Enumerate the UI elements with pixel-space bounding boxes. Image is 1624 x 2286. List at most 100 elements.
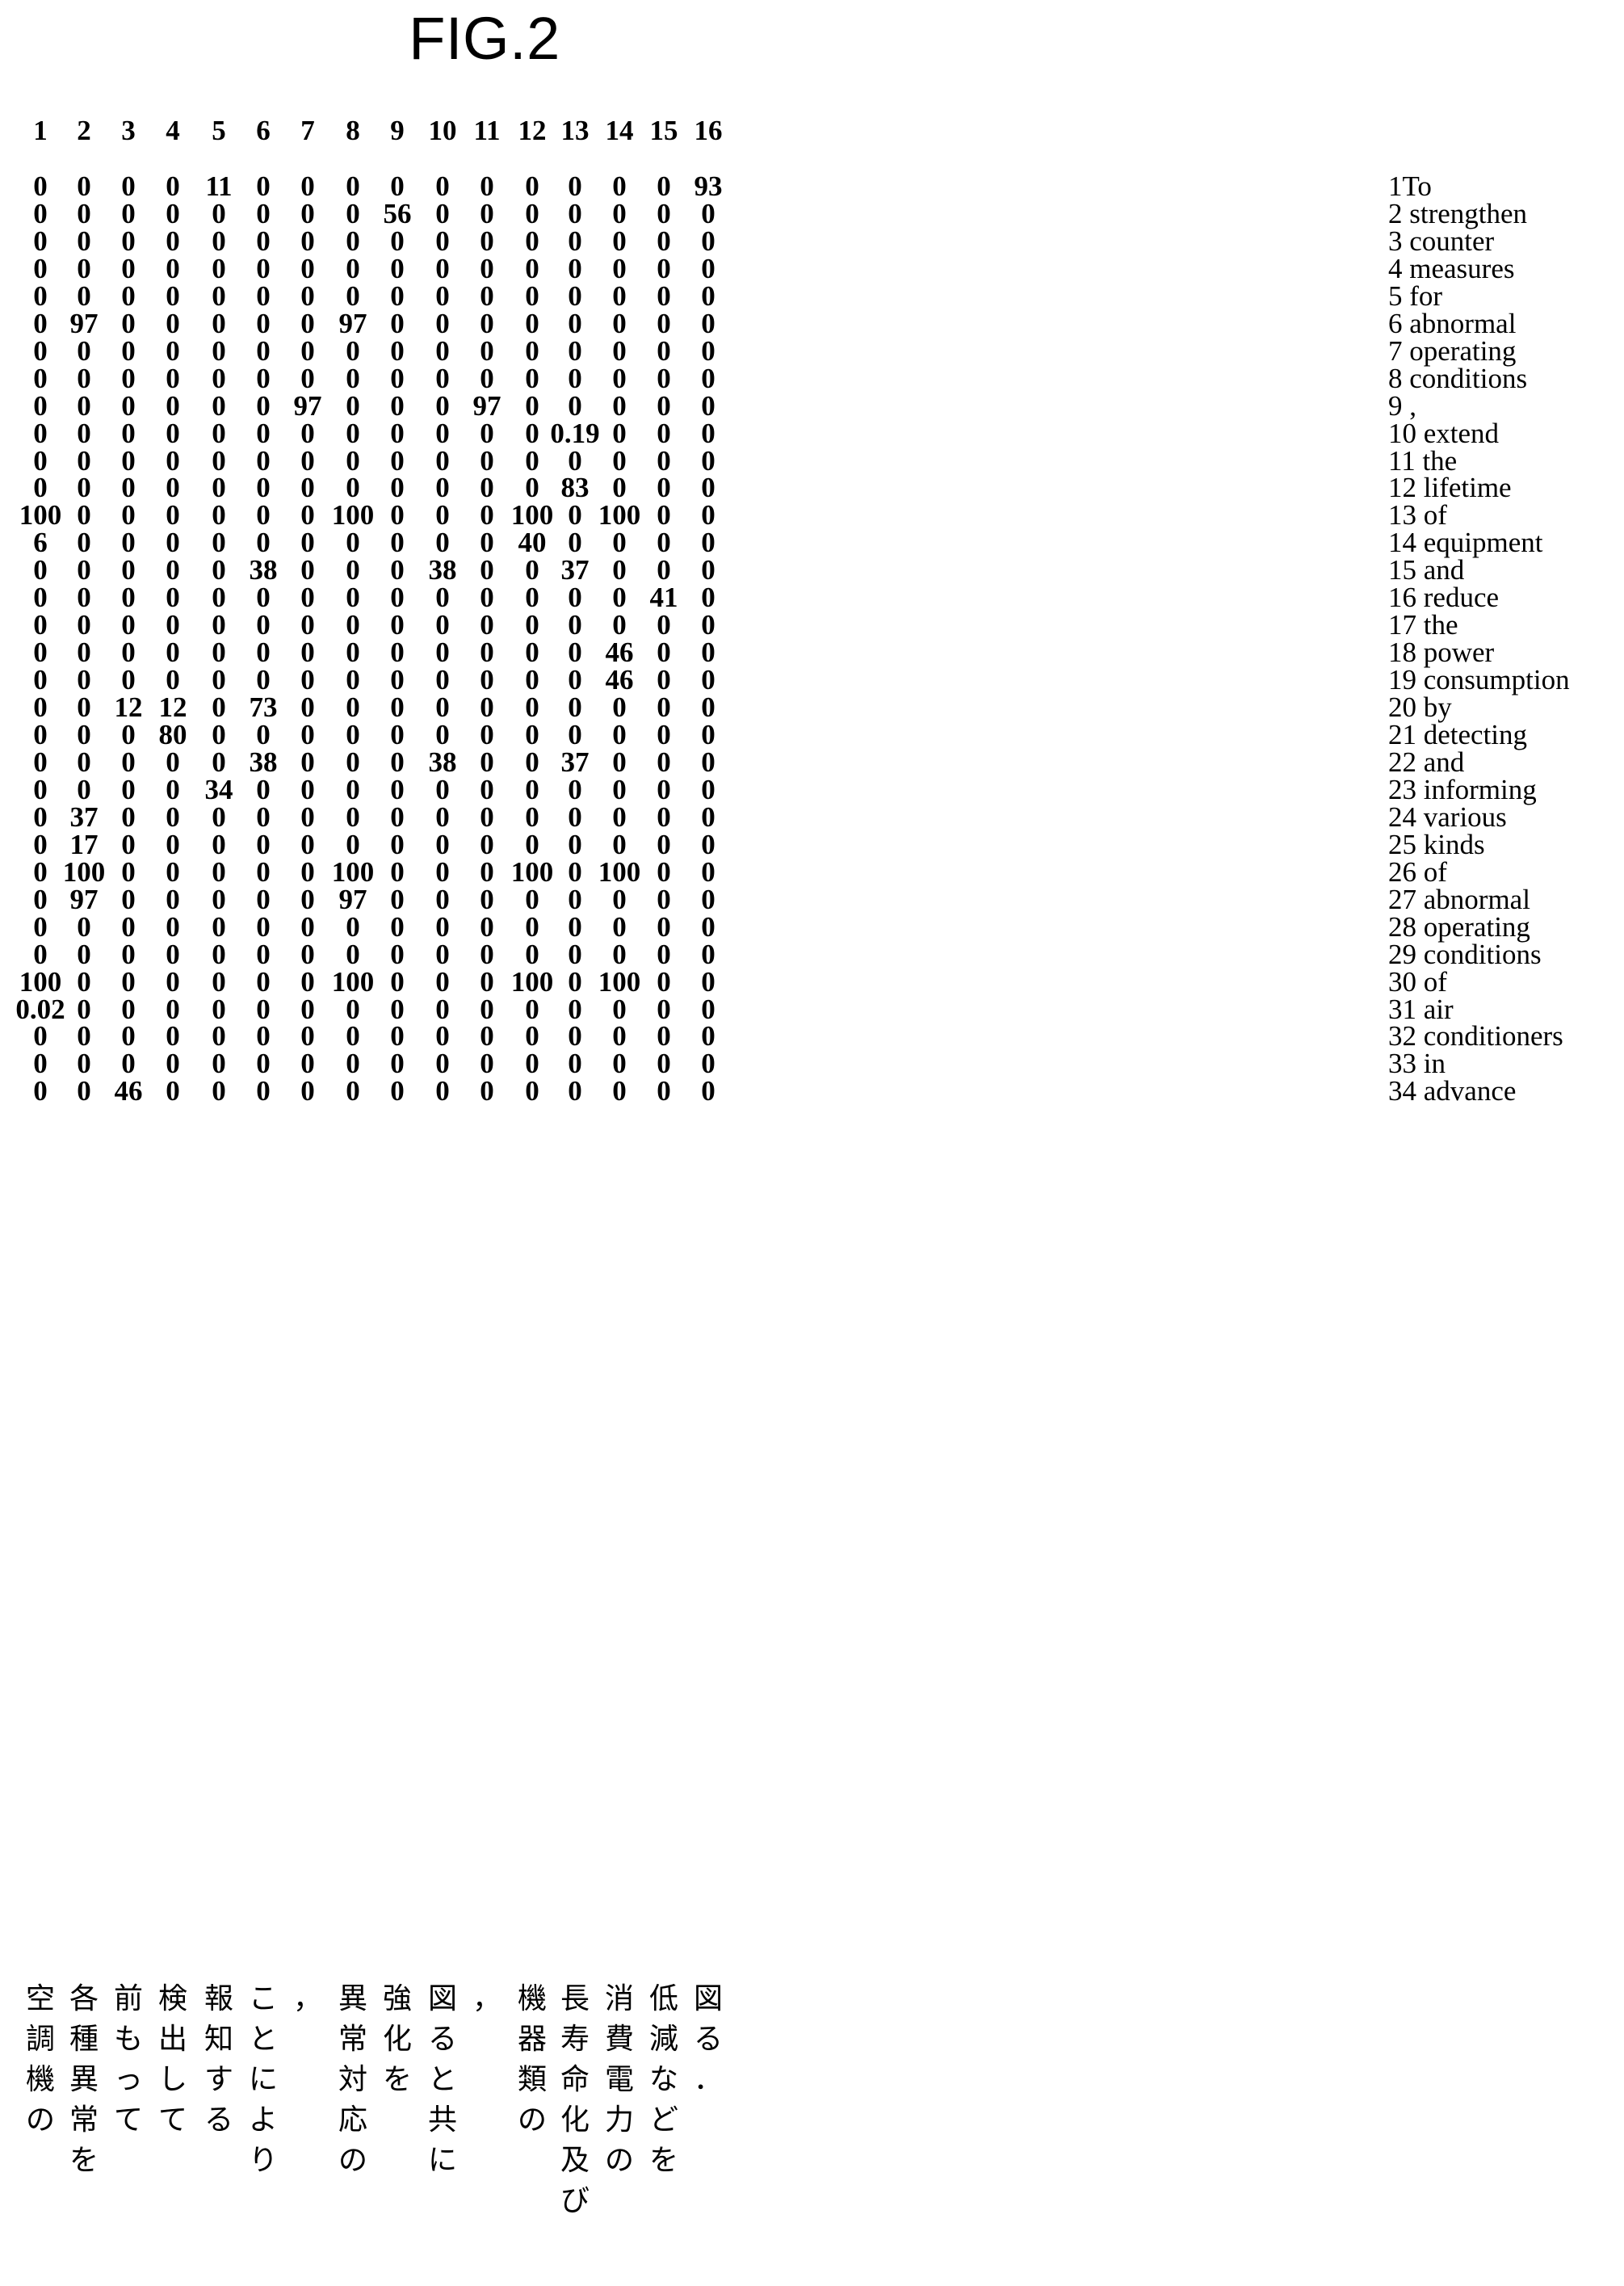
matrix-cell: 0 [390, 252, 405, 284]
matrix-cell: 0 [166, 279, 180, 312]
matrix-cell: 100 [598, 965, 641, 998]
matrix-cell: 0 [701, 499, 715, 532]
japanese-text-column: 前もって [110, 1979, 147, 2141]
matrix-cell: 0 [121, 279, 136, 312]
matrix-cell: 100 [331, 855, 375, 888]
matrix-cell: 0 [121, 773, 136, 805]
matrix-cell: 0 [390, 444, 405, 477]
matrix-cell: 0 [480, 279, 494, 312]
matrix-cell: 0.02 [15, 993, 65, 1025]
matrix-cell: 0 [390, 225, 405, 257]
matrix-cell: 0 [435, 444, 450, 477]
matrix-cell: 0 [701, 417, 715, 449]
matrix-cell: 0 [657, 225, 671, 257]
matrix-cell: 0 [121, 993, 136, 1025]
japanese-character: 寿 [560, 2023, 590, 2056]
matrix-cell: 0 [33, 746, 48, 778]
matrix-cell: 0 [525, 389, 539, 422]
matrix-cell: 0 [300, 582, 315, 614]
matrix-cell: 0 [166, 582, 180, 614]
matrix-cell: 0 [121, 609, 136, 641]
matrix-cell: 46 [114, 1075, 143, 1107]
matrix-cell: 41 [649, 582, 678, 614]
matrix-cell: 0 [525, 691, 539, 724]
matrix-cell: 0 [480, 170, 494, 202]
japanese-text-column: 長寿命化及び [556, 1979, 594, 2221]
matrix-cell: 0 [435, 170, 450, 202]
matrix-cell: 0 [300, 773, 315, 805]
matrix-cell: 0 [480, 938, 494, 970]
matrix-cell: 0 [390, 801, 405, 833]
japanese-text-column: 強化を [379, 1979, 416, 2100]
matrix-cell: 0 [33, 1020, 48, 1053]
matrix-cell: 0 [166, 664, 180, 696]
japanese-character: ど [648, 2103, 678, 2137]
matrix-cell: 0 [525, 1020, 539, 1053]
matrix-cell: 0 [300, 527, 315, 559]
matrix-cell: 0 [480, 883, 494, 915]
matrix-cell: 0 [256, 362, 271, 394]
matrix-cell: 0 [346, 252, 360, 284]
matrix-cell: 0 [166, 417, 180, 449]
matrix-cell: 0 [612, 1075, 627, 1107]
matrix-cell: 0 [612, 417, 627, 449]
matrix-cell: 100 [19, 965, 62, 998]
matrix-cell: 0 [300, 417, 315, 449]
japanese-character: と [427, 2063, 457, 2096]
matrix-cell: 0 [612, 609, 627, 641]
matrix-cell: 0 [568, 609, 582, 641]
matrix-cell: 0 [121, 554, 136, 586]
matrix-cell: 0 [256, 499, 271, 532]
matrix-cell: 0 [612, 828, 627, 860]
matrix-cell: 0 [525, 582, 539, 614]
matrix-cell: 0 [212, 746, 226, 778]
matrix-cell: 0 [166, 362, 180, 394]
matrix-cell: 0 [525, 170, 539, 202]
matrix-cell: 0 [300, 554, 315, 586]
matrix-cell: 0 [121, 499, 136, 532]
matrix-cell: 0 [212, 389, 226, 422]
matrix-cell: 0 [121, 719, 136, 750]
matrix-cell: 0 [612, 362, 627, 394]
column-header: 2 [77, 115, 91, 146]
matrix-cell: 0 [657, 279, 671, 312]
matrix-cell: 0 [435, 993, 450, 1025]
matrix-cell: 0 [77, 691, 91, 724]
matrix-cell: 0 [346, 1075, 360, 1107]
matrix-cell: 0 [612, 746, 627, 778]
matrix-cell: 0 [701, 910, 715, 943]
matrix-cell: 0 [701, 637, 715, 669]
matrix-cell: 0 [480, 307, 494, 339]
matrix-cell: 0 [435, 637, 450, 669]
matrix-cell: 0 [480, 444, 494, 477]
japanese-character: 共 [427, 2103, 457, 2137]
matrix-cell: 0 [77, 965, 91, 998]
matrix-cell: 0 [346, 197, 360, 229]
matrix-cell: 0 [121, 252, 136, 284]
matrix-cell: 0 [300, 334, 315, 367]
matrix-cell: 0 [525, 1075, 539, 1107]
matrix-cell: 0 [701, 828, 715, 860]
matrix-cell: 0 [701, 334, 715, 367]
matrix-cell: 0 [346, 417, 360, 449]
matrix-cell: 0 [212, 801, 226, 833]
column-header: 11 [473, 115, 501, 146]
matrix-cell: 46 [605, 664, 634, 696]
matrix-cell: 0 [568, 279, 582, 312]
matrix-cell: 0 [33, 855, 48, 888]
matrix-cell: 100 [598, 499, 641, 532]
matrix-cell: 0 [568, 225, 582, 257]
japanese-text-column: ， [468, 1979, 506, 2019]
japanese-character: の [604, 2144, 634, 2177]
japanese-character: ． [693, 2063, 723, 2096]
matrix-cell: 0 [300, 444, 315, 477]
matrix-cell: 0 [480, 499, 494, 532]
matrix-cell: 0 [480, 664, 494, 696]
matrix-cell: 0 [701, 746, 715, 778]
matrix-cell: 0 [121, 444, 136, 477]
matrix-cell: 0 [480, 1020, 494, 1053]
matrix-cell: 0 [612, 938, 627, 970]
matrix-cell: 0 [166, 801, 180, 833]
matrix-cell: 0 [346, 637, 360, 669]
matrix-cell: 0 [480, 554, 494, 586]
